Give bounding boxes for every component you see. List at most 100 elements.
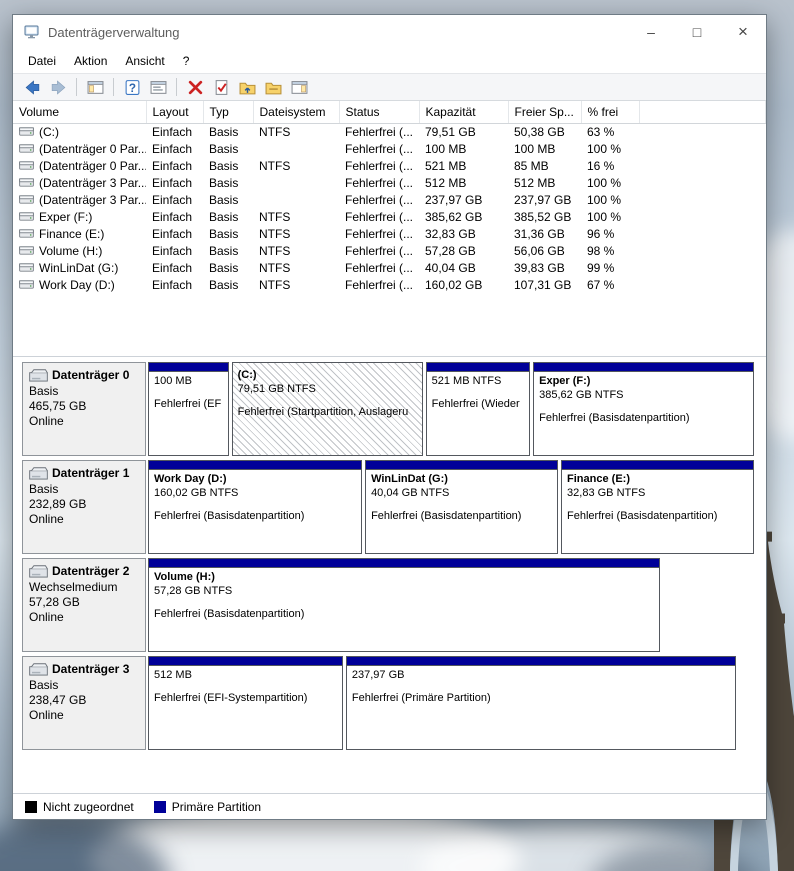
forward-icon[interactable] — [46, 76, 70, 98]
cell: Fehlerfrei (... — [345, 209, 414, 224]
cell: Basis — [209, 277, 239, 292]
partition-color-bar — [346, 657, 735, 666]
menu-item-datei[interactable]: Datei — [19, 50, 65, 72]
volume-cell: Volume (H:) — [13, 242, 146, 259]
partition[interactable]: (C:) 79,51 GB NTFS Fehlerfrei (Startpartit… — [231, 362, 423, 456]
title-bar[interactable]: Datenträgerverwaltung – □ × — [13, 15, 766, 49]
disk-info-panel[interactable]: Datenträger 3 Basis 238,47 GB Online — [22, 656, 146, 750]
volume-row[interactable]: Exper (F:) Einfach Basis NTFS Fehlerfrei (..… — [13, 208, 766, 225]
column-header-7[interactable]: Freier Sp... — [508, 101, 582, 124]
volume-cell: (Datenträger 0 Par... — [13, 140, 146, 157]
disk-type: Wechselmedium — [29, 580, 118, 594]
properties-window-icon[interactable] — [146, 76, 170, 98]
volume-row[interactable]: (Datenträger 0 Par... Einfach Basis Fehlerf… — [13, 140, 766, 157]
partition-status: Fehlerfrei (Startpartition, Auslageru — [237, 406, 409, 418]
volume-row[interactable]: (Datenträger 3 Par... Einfach Basis Fehlerf… — [13, 174, 766, 191]
maximize-button[interactable]: □ — [674, 15, 720, 49]
volume-cell: Exper (F:) — [13, 208, 146, 225]
volume-row[interactable]: Work Day (D:) Einfach Basis NTFS Fehlerfrei … — [13, 276, 766, 293]
cell: NTFS — [259, 124, 291, 139]
partition[interactable]: Finance (E:) 32,83 GB NTFS Fehlerfrei (Bas… — [561, 460, 754, 554]
partition-color-bar — [366, 461, 558, 470]
cell — [253, 174, 339, 191]
folder-up-icon[interactable] — [235, 76, 259, 98]
volume-row[interactable]: WinLinDat (G:) Einfach Basis NTFS Fehlerfrei… — [13, 259, 766, 276]
column-header-6[interactable]: Kapazität — [419, 101, 509, 124]
disk-name: Datenträger 3 — [52, 662, 130, 676]
cell: Einfach — [152, 277, 193, 292]
menu-item-aktion[interactable]: Aktion — [65, 50, 116, 72]
partition[interactable]: WinLinDat (G:) 40,04 GB NTFS Fehlerfrei (B… — [365, 460, 559, 554]
disk-type: Basis — [29, 482, 59, 496]
column-header-1[interactable]: Volume — [13, 101, 147, 124]
volume-row[interactable]: Finance (E:) Einfach Basis NTFS Fehlerfrei (… — [13, 225, 766, 242]
cell: NTFS — [259, 158, 291, 173]
disk-row: Datenträger 2 Wechselmedium 57,28 GB Online… — [22, 558, 757, 652]
action-pane-icon[interactable] — [287, 76, 311, 98]
cell: 100 % — [587, 192, 622, 207]
disk-title: Datenträger 1 — [29, 465, 139, 482]
column-header-5[interactable]: Status — [339, 101, 420, 124]
disk-name: Datenträger 1 — [52, 466, 130, 480]
disk-name: Datenträger 2 — [52, 564, 130, 578]
partition[interactable]: 100 MB Fehlerfrei (EF — [148, 362, 229, 456]
volume-row[interactable]: (Datenträger 3 Par... Einfach Basis Fehlerf… — [13, 191, 766, 208]
partition-body: WinLinDat (G:) 40,04 GB NTFS Fehlerfrei (B… — [366, 470, 557, 553]
disk-info-panel[interactable]: Datenträger 2 Wechselmedium 57,28 GB Online — [22, 558, 146, 652]
disk-row: Datenträger 3 Basis 238,47 GB Online 512 MB F… — [22, 656, 757, 750]
drive-icon — [19, 143, 34, 154]
cell: 63 % — [587, 124, 615, 139]
partition-color-bar — [534, 363, 753, 372]
back-icon[interactable] — [20, 76, 44, 98]
help-icon[interactable]: ? — [120, 76, 144, 98]
partition[interactable]: Work Day (D:) 160,02 GB NTFS Fehlerfrei (B… — [148, 460, 363, 554]
cell-filler — [639, 157, 766, 174]
cell: Einfach — [152, 260, 193, 275]
disk-info-panel[interactable]: Datenträger 0 Basis 465,75 GB Online — [22, 362, 146, 456]
column-header-2[interactable]: Layout — [146, 101, 204, 124]
partition-name: Volume (H:) — [154, 571, 215, 583]
column-header-3[interactable]: Typ — [203, 101, 254, 124]
menu-item-ansicht[interactable]: Ansicht — [116, 50, 173, 72]
toolbar-separator — [113, 78, 114, 96]
volume-cell: (Datenträger 3 Par... — [13, 191, 146, 208]
check-disk-icon[interactable] — [209, 76, 233, 98]
close-button[interactable]: × — [720, 15, 766, 49]
column-header-8[interactable]: % frei — [581, 101, 640, 124]
partition[interactable]: Exper (F:) 385,62 GB NTFS Fehlerfrei (Basi… — [533, 362, 754, 456]
open-folder-icon[interactable] — [261, 76, 285, 98]
cell: NTFS — [259, 277, 291, 292]
cell: 512 MB — [514, 175, 556, 190]
delete-volume-icon[interactable] — [183, 76, 207, 98]
partition-status: Fehlerfrei (Basisdatenpartition) — [371, 510, 522, 522]
partition[interactable]: 237,97 GB Fehlerfrei (Primäre Partition) — [345, 656, 736, 750]
disk-row: Datenträger 1 Basis 232,89 GB Online Work Da… — [22, 460, 757, 554]
menu-item-help[interactable]: ? — [174, 50, 199, 72]
column-header-4[interactable]: Dateisystem — [253, 101, 340, 124]
partition[interactable]: 521 MB NTFS Fehlerfrei (Wieder — [425, 362, 531, 456]
volume-row[interactable]: (Datenträger 0 Par... Einfach Basis NTFS Feh… — [13, 157, 766, 174]
volume-cell: (C:) — [13, 123, 146, 140]
drive-icon — [19, 211, 34, 222]
partition[interactable]: Volume (H:) 57,28 GB NTFS Fehlerfrei (Basi… — [148, 558, 660, 652]
volume-name: Finance (E:) — [39, 226, 105, 241]
disk-info-panel[interactable]: Datenträger 1 Basis 232,89 GB Online — [22, 460, 146, 554]
cell: Basis — [209, 192, 239, 207]
console-tree-icon[interactable] — [83, 76, 107, 98]
partition[interactable]: 512 MB Fehlerfrei (EFI-Systempartition) — [148, 656, 343, 750]
disk-row: Datenträger 0 Basis 465,75 GB Online 100 MB F… — [22, 362, 757, 456]
partition-body: 237,97 GB Fehlerfrei (Primäre Partition) — [347, 666, 735, 749]
cell: 99 % — [587, 260, 615, 275]
volume-name: (Datenträger 0 Par... — [39, 158, 146, 173]
cell-filler — [639, 242, 766, 259]
cell: 39,83 GB — [514, 260, 565, 275]
toolbar-separator — [76, 78, 77, 96]
volume-row[interactable]: (C:) Einfach Basis NTFS Fehlerfrei (... 79,51… — [13, 123, 766, 140]
volume-name: (C:) — [39, 124, 59, 139]
volume-row[interactable]: Volume (H:) Einfach Basis NTFS Fehlerfrei (.… — [13, 242, 766, 259]
partition-body: (C:) 79,51 GB NTFS Fehlerfrei (Startpartit… — [233, 363, 422, 455]
minimize-button[interactable]: – — [628, 15, 674, 49]
legend-label: Nicht zugeordnet — [43, 799, 134, 814]
partition-status: Fehlerfrei (Basisdatenpartition) — [567, 510, 718, 522]
cell: Fehlerfrei (... — [345, 124, 414, 139]
